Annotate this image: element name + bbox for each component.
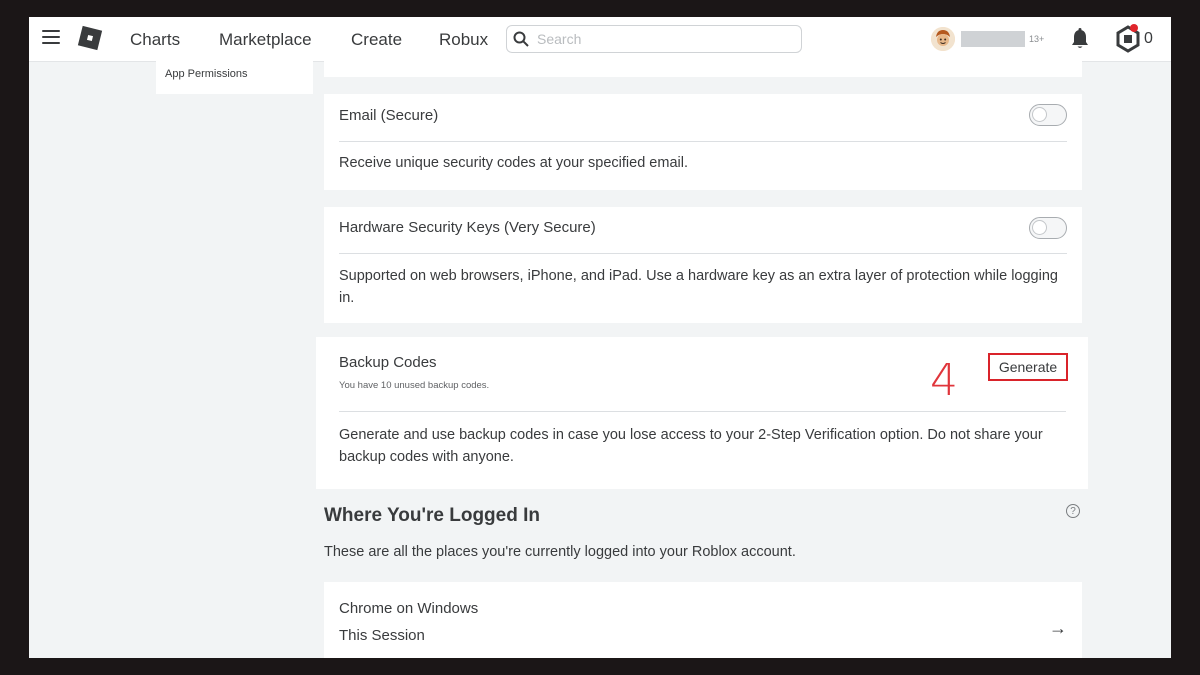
email-card-title: Email (Secure)	[339, 107, 439, 124]
email-toggle[interactable]	[1029, 104, 1067, 126]
hardware-keys-toggle[interactable]	[1029, 217, 1067, 239]
arrow-right-icon[interactable]: →	[1049, 618, 1067, 639]
logged-in-section-subtitle: These are all the places you're currentl…	[324, 544, 796, 560]
search-input[interactable]	[535, 30, 789, 48]
search-icon	[513, 31, 529, 47]
sidebar-item-label: App Permissions	[165, 68, 248, 80]
backup-codes-description: Generate and use backup codes in case yo…	[339, 427, 1043, 465]
email-card-description: Receive unique security codes at your sp…	[339, 155, 688, 171]
backup-codes-title: Backup Codes	[339, 354, 437, 371]
backup-codes-card: Backup Codes You have 10 unused backup c…	[316, 337, 1088, 489]
session-status: This Session	[339, 627, 425, 644]
age-tag: 13+	[1029, 34, 1045, 44]
session-item[interactable]: Chrome on Windows This Session →	[324, 582, 1082, 658]
help-icon[interactable]: ?	[1066, 504, 1080, 518]
divider	[339, 411, 1066, 412]
browser-viewport: Charts Marketplace Create Robux 13+	[29, 17, 1171, 658]
avatar-icon	[931, 27, 955, 51]
roblox-logo-icon[interactable]	[77, 25, 103, 51]
divider	[339, 141, 1067, 142]
divider	[339, 253, 1067, 254]
session-device: Chrome on Windows	[339, 600, 479, 617]
avatar[interactable]	[931, 27, 955, 51]
sidebar-item-app-permissions[interactable]: App Permissions	[156, 61, 313, 94]
nav-create-link[interactable]: Create	[351, 30, 402, 50]
notification-dot	[1130, 24, 1138, 32]
search-box[interactable]	[506, 25, 802, 53]
robux-balance: 0	[1144, 30, 1153, 47]
notification-bell-icon[interactable]	[1069, 27, 1091, 51]
logged-in-section-heading: Where You're Logged In	[324, 505, 540, 526]
nav-marketplace-link[interactable]: Marketplace	[219, 30, 312, 50]
previous-setting-card	[324, 61, 1082, 77]
hardware-keys-card-description: Supported on web browsers, iPhone, and i…	[339, 268, 1058, 306]
step-annotation: 4	[930, 355, 958, 406]
backup-codes-count-note: You have 10 unused backup codes.	[339, 380, 490, 391]
redacted-username	[961, 31, 1025, 47]
email-2sv-card: Email (Secure) Receive unique security c…	[324, 94, 1082, 190]
menu-icon[interactable]	[42, 30, 60, 44]
hardware-keys-card: Hardware Security Keys (Very Secure) Sup…	[324, 207, 1082, 323]
top-navigation-bar: Charts Marketplace Create Robux 13+	[29, 17, 1171, 62]
hardware-keys-card-title: Hardware Security Keys (Very Secure)	[339, 219, 596, 236]
nav-robux-link[interactable]: Robux	[439, 30, 488, 50]
generate-backup-codes-button[interactable]: Generate	[988, 353, 1068, 381]
nav-charts-link[interactable]: Charts	[130, 30, 180, 50]
